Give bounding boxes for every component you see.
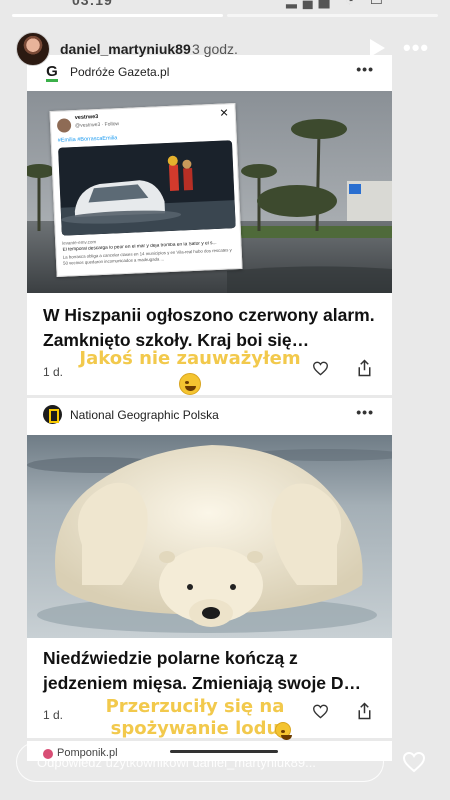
card-age: 1 d. bbox=[43, 365, 64, 379]
tweet-user: vestrwe3 bbox=[74, 114, 99, 122]
x-logo-icon: ✕ bbox=[219, 107, 229, 120]
more-options-icon[interactable]: ••• bbox=[403, 37, 429, 59]
natgeo-logo-icon bbox=[43, 405, 62, 424]
flood-car-image bbox=[58, 140, 236, 236]
status-time: 03:19 bbox=[72, 0, 113, 8]
reply-bar[interactable] bbox=[16, 742, 384, 782]
like-story-heart-icon[interactable] bbox=[402, 751, 426, 773]
embedded-tweet[interactable]: vestrwe3 @vestrwe3 · Follow ✕ #Emilia #B… bbox=[49, 103, 243, 277]
tweet-photo-flood-car bbox=[58, 140, 236, 236]
story-progress-bar bbox=[12, 14, 438, 17]
story-time-ago: 3 godz. bbox=[192, 41, 238, 57]
card-age: 1 d. bbox=[43, 708, 64, 722]
polar-bear-image bbox=[27, 435, 392, 638]
tweet-link-domain: levante-emv.com bbox=[62, 239, 97, 246]
card-headline[interactable]: W Hiszpanii ogłoszono czerwony alarm. Za… bbox=[43, 303, 379, 353]
story-screen: 03:19 ▂▄▆ ◔ ▭ G Podróże Gazeta.pl ••• ve… bbox=[0, 0, 450, 800]
tweet-avatar bbox=[56, 118, 72, 133]
news-photo-polar-bear[interactable] bbox=[27, 435, 392, 638]
news-card[interactable]: G Podróże Gazeta.pl ••• vestrwe3 @vestrw… bbox=[27, 55, 392, 395]
status-bar: 03:19 ▂▄▆ ◔ ▭ bbox=[0, 0, 450, 10]
play-icon[interactable] bbox=[368, 38, 386, 58]
story-text-sticker: Przerzuciły się na spożywanie lodu bbox=[105, 696, 285, 739]
tweet-handle: @vestrwe3 · Follow bbox=[75, 121, 120, 130]
avatar[interactable] bbox=[16, 32, 50, 66]
story-text-sticker: Jakoś nie zauważyłem bbox=[79, 348, 301, 369]
like-heart-icon[interactable] bbox=[312, 704, 329, 719]
story-header: daniel_martyniuk89 3 godz. ••• bbox=[0, 30, 450, 70]
card-source-name: National Geographic Polska bbox=[70, 408, 219, 422]
card-headline[interactable]: Niedźwiedzie polarne kończą z jedzeniem … bbox=[43, 646, 379, 696]
tweet-hashtags[interactable]: #Emilia #BorrascaEmilia bbox=[58, 135, 118, 144]
share-icon[interactable] bbox=[357, 702, 372, 720]
progress-segment bbox=[227, 14, 438, 17]
like-heart-icon[interactable] bbox=[312, 361, 329, 376]
news-card[interactable]: National Geographic Polska ••• Niedźwied… bbox=[27, 398, 392, 738]
grinning-sweat-emoji-icon bbox=[179, 373, 201, 395]
share-icon[interactable] bbox=[357, 359, 372, 377]
progress-segment bbox=[12, 14, 223, 17]
reply-input[interactable] bbox=[17, 743, 383, 781]
rofl-emoji-icon bbox=[275, 722, 292, 740]
card-source-row: National Geographic Polska ••• bbox=[27, 398, 392, 432]
status-icons: ▂▄▆ ◔ ▭ bbox=[286, 0, 389, 8]
story-username[interactable]: daniel_martyniuk89 bbox=[60, 41, 191, 57]
more-options-icon[interactable]: ••• bbox=[356, 404, 374, 420]
